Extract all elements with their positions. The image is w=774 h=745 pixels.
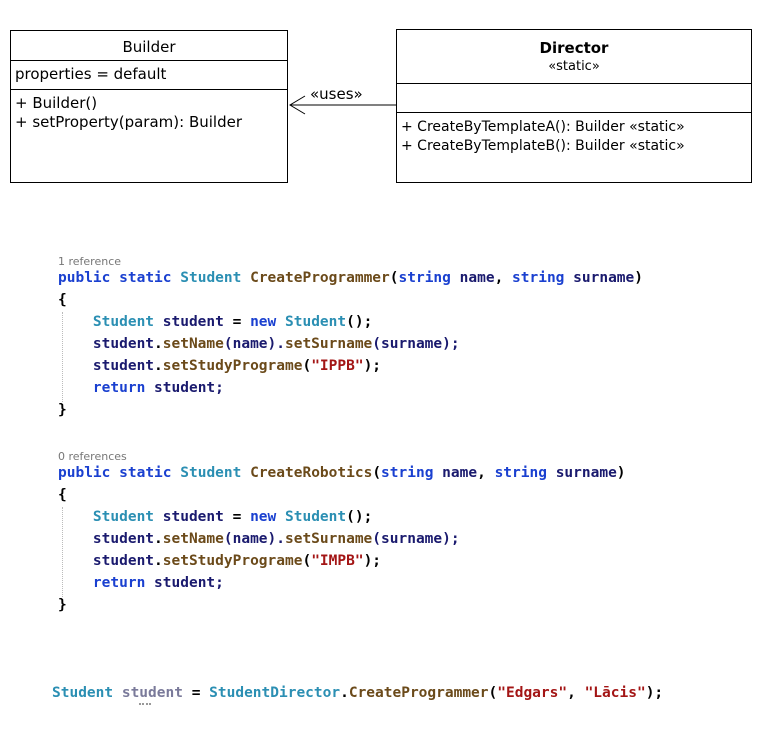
keyword: return — [92, 380, 146, 396]
method-signature: public static Student CreateProgrammer(s… — [58, 267, 643, 421]
method-name: CreateRobotics — [250, 465, 373, 481]
punctuation: (); — [346, 314, 373, 330]
punctuation: , — [567, 685, 576, 701]
operator: = — [232, 314, 242, 330]
variable: student — [92, 531, 155, 547]
operator: = — [232, 509, 242, 525]
punctuation: ) — [634, 270, 643, 286]
open-brace: { — [58, 292, 67, 308]
arguments: (name). — [223, 531, 285, 547]
method-call: CreateProgrammer — [348, 685, 489, 701]
open-brace: { — [58, 487, 67, 503]
keyword: new — [250, 509, 277, 525]
punctuation: ); — [363, 358, 382, 374]
variable: student — [92, 553, 155, 569]
punctuation: ); — [363, 553, 382, 569]
param-name: name — [442, 465, 478, 481]
punctuation: ( — [302, 553, 312, 569]
variable: student — [121, 685, 183, 701]
type-name: Student — [180, 465, 242, 481]
keyword: string — [381, 465, 434, 481]
param-name: surname — [573, 270, 635, 286]
arguments: (name). — [223, 336, 285, 352]
punctuation: (); — [346, 509, 373, 525]
suggestion-dots — [139, 703, 151, 705]
method-call: setStudyPrograme — [162, 358, 303, 374]
type-name: Student — [285, 314, 347, 330]
keyword: public — [58, 465, 111, 481]
keyword: new — [250, 314, 277, 330]
variable: student — [162, 509, 224, 525]
keyword: return — [92, 575, 146, 591]
param-name: surname — [555, 465, 617, 481]
uses-association-arrow — [289, 95, 396, 115]
string-literal: "IMPB" — [311, 553, 364, 569]
variable: student; — [154, 575, 224, 591]
operator: = — [191, 685, 201, 701]
punctuation: , — [494, 270, 504, 286]
arguments: (surname); — [372, 531, 460, 547]
method-call: setSurname — [284, 336, 373, 352]
punctuation: ( — [389, 270, 399, 286]
keyword: public — [58, 270, 111, 286]
indent-guide — [62, 312, 63, 404]
punctuation: ( — [372, 465, 382, 481]
method-name: CreateProgrammer — [250, 270, 390, 286]
method-call: setName — [162, 336, 224, 352]
variable: student; — [154, 380, 224, 396]
variable: student — [92, 358, 155, 374]
method-call: setName — [162, 531, 224, 547]
type-name: Student — [92, 509, 155, 525]
punctuation: . — [154, 553, 163, 569]
type-name: Student — [285, 509, 347, 525]
string-literal: "IPPB" — [311, 358, 364, 374]
uses-label: «uses» — [310, 85, 363, 103]
keyword: string — [512, 270, 565, 286]
method-call: setSurname — [284, 531, 373, 547]
punctuation: . — [154, 531, 163, 547]
string-literal: "Edgars" — [497, 685, 568, 701]
keyword: string — [494, 465, 547, 481]
param-name: name — [459, 270, 495, 286]
punctuation: . — [340, 685, 349, 701]
type-name: Student — [52, 685, 114, 701]
punctuation: . — [154, 336, 163, 352]
indent-guide — [62, 507, 63, 599]
punctuation: ( — [488, 685, 498, 701]
close-brace: } — [58, 597, 67, 613]
variable: student — [92, 336, 155, 352]
punctuation: ); — [645, 685, 664, 701]
keyword: static — [119, 270, 172, 286]
arguments: (surname); — [372, 336, 460, 352]
variable: student — [162, 314, 224, 330]
method-call: setStudyPrograme — [162, 553, 303, 569]
usage-line: Student student = StudentDirector.Create… — [52, 682, 663, 704]
punctuation: , — [477, 465, 486, 481]
punctuation: . — [154, 358, 163, 374]
close-brace: } — [58, 402, 67, 418]
method-signature: public static Student CreateRobotics(str… — [58, 462, 626, 616]
punctuation: ) — [616, 465, 626, 481]
type-name: StudentDirector — [209, 685, 341, 701]
keyword: static — [119, 465, 172, 481]
type-name: Student — [180, 270, 242, 286]
string-literal: "Lācis" — [584, 685, 646, 701]
punctuation: ( — [302, 358, 312, 374]
type-name: Student — [92, 314, 155, 330]
keyword: string — [398, 270, 451, 286]
